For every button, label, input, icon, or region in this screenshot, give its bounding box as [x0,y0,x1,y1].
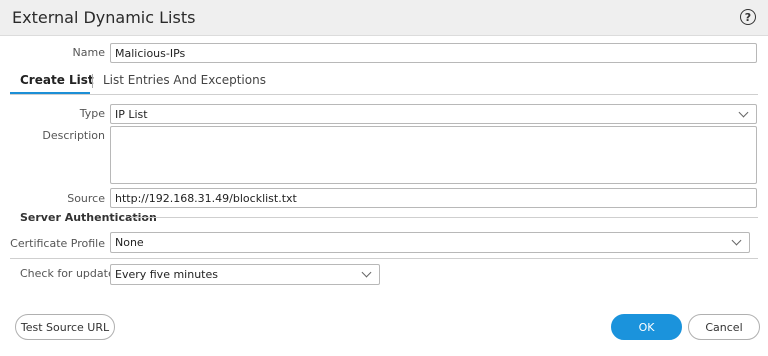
dialog-title: External Dynamic Lists [12,8,196,27]
updates-value: Every five minutes [115,268,218,281]
source-label: Source [67,192,105,205]
tab-separator [92,74,93,88]
cert-profile-label: Certificate Profile [10,237,105,250]
type-select[interactable]: IP List [110,104,757,124]
ok-button[interactable]: OK [611,314,682,340]
cancel-button[interactable]: Cancel [688,314,760,340]
cert-profile-value: None [115,236,144,249]
updates-label: Check for updates [20,267,121,280]
description-textarea[interactable] [110,126,757,184]
server-auth-divider [130,217,758,218]
tab-create-list[interactable]: Create List [20,73,94,87]
updates-select[interactable]: Every five minutes [110,264,380,285]
chevron-down-icon [731,235,742,246]
tabs-divider [10,94,758,95]
chevron-down-icon [361,267,372,278]
description-label: Description [42,129,105,142]
source-input[interactable]: http://192.168.31.49/blocklist.txt [110,188,757,208]
help-icon[interactable]: ? [740,9,756,25]
name-label: Name [72,46,105,59]
section-bottom-divider [10,258,758,259]
type-value: IP List [115,108,148,121]
tab-list-entries[interactable]: List Entries And Exceptions [103,73,266,87]
dialog-title-bar: External Dynamic Lists ? [0,0,768,36]
chevron-down-icon [738,107,749,118]
cert-profile-select[interactable]: None [110,232,750,253]
name-input[interactable]: Malicious-IPs [110,43,757,63]
test-source-url-button[interactable]: Test Source URL [15,314,115,340]
type-label: Type [79,107,105,120]
